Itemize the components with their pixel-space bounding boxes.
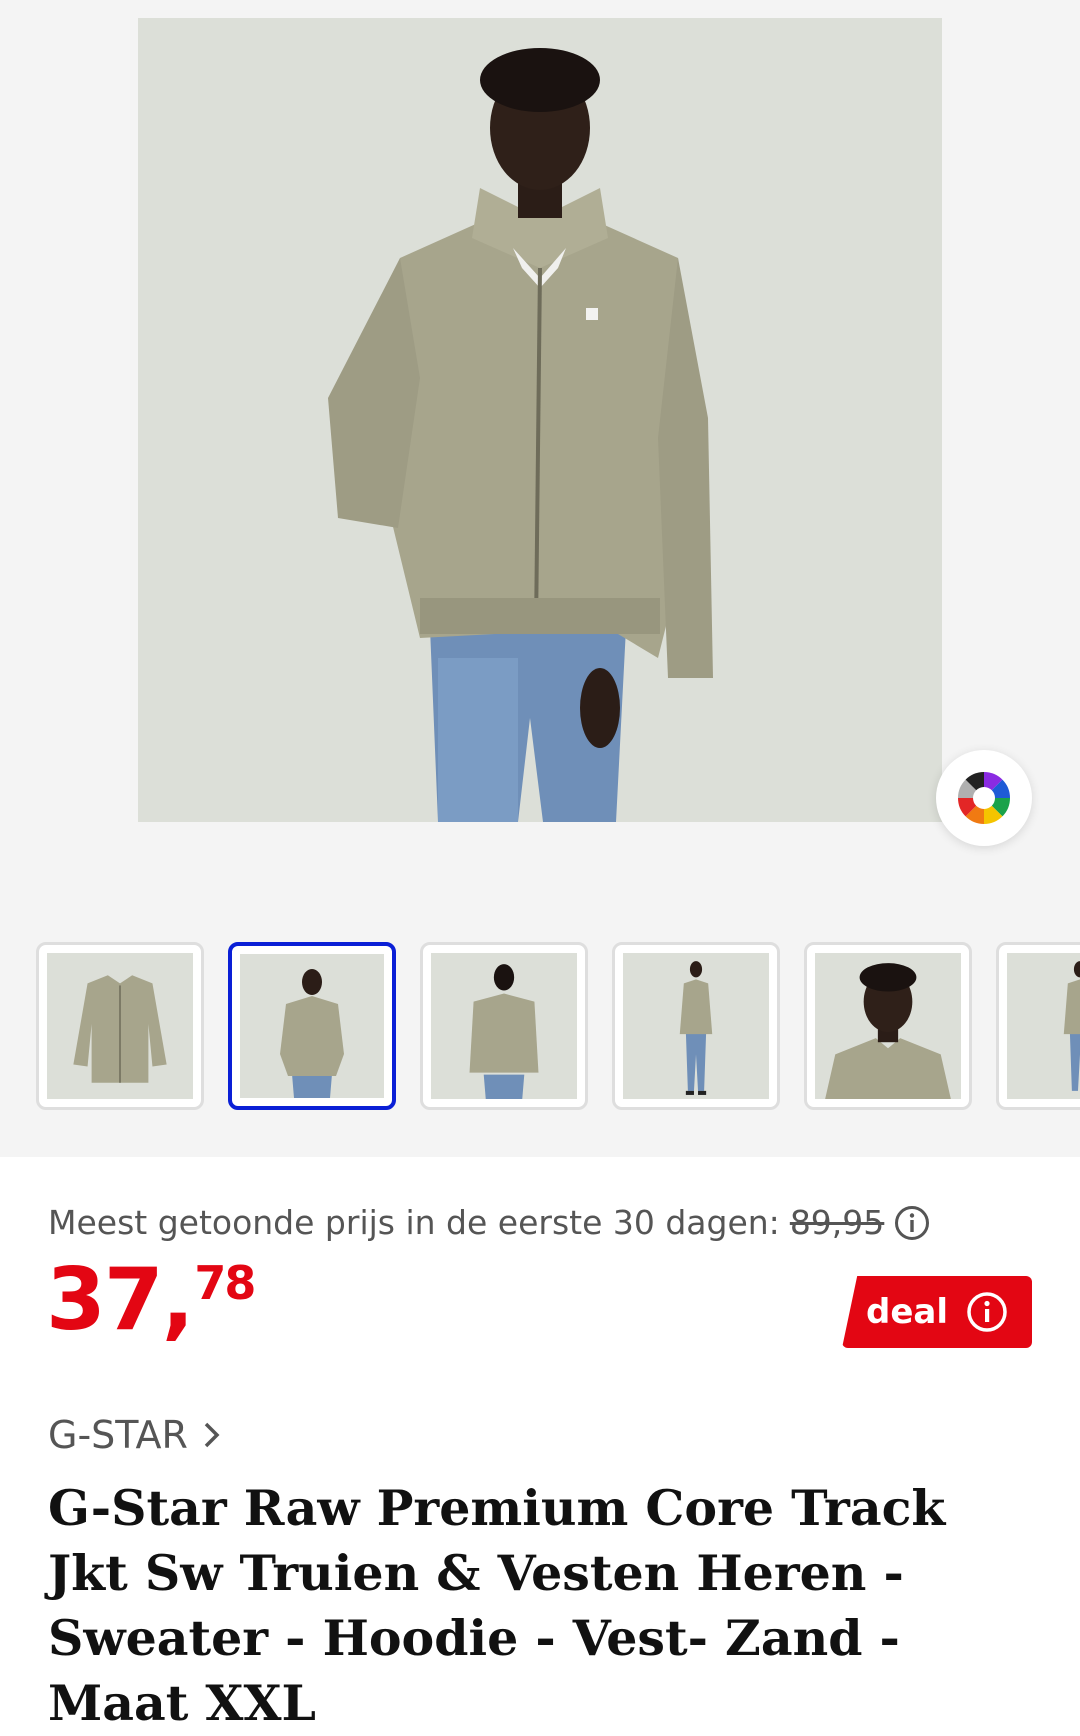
thumbnail-image	[815, 953, 961, 1099]
price-euros: 37	[46, 1250, 164, 1350]
deal-badge[interactable]: deal	[842, 1276, 1032, 1348]
deal-label: deal	[866, 1292, 948, 1332]
thumbnail-image	[431, 953, 577, 1099]
model-closeup-image	[815, 953, 961, 1099]
price-cents: 78	[194, 1256, 256, 1310]
thumbnail-image	[1007, 953, 1080, 1099]
price-history-label: Meest getoonde prijs in de eerste 30 dag…	[48, 1203, 780, 1242]
jacket-flat-image	[47, 953, 193, 1099]
thumbnail-image	[623, 953, 769, 1099]
old-price: 89,95	[789, 1203, 885, 1242]
product-gallery	[0, 0, 1080, 1157]
thumbnail-strip	[0, 942, 1080, 1110]
thumbnail-1[interactable]	[36, 942, 204, 1110]
color-wheel-icon	[958, 772, 1010, 824]
chevron-right-icon	[204, 1422, 220, 1448]
main-product-image[interactable]	[138, 18, 942, 822]
deal-info-icon	[967, 1292, 1007, 1332]
color-variants-button[interactable]	[936, 750, 1032, 846]
thumbnail-3[interactable]	[420, 942, 588, 1110]
thumbnail-image	[240, 954, 384, 1098]
product-title: G-Star Raw Premium Core Track Jkt Sw Tru…	[48, 1479, 946, 1732]
thumbnail-2[interactable]	[228, 942, 396, 1110]
price-history-note: Meest getoonde prijs in de eerste 30 dag…	[48, 1203, 930, 1242]
thumbnail-image	[47, 953, 193, 1099]
model-partial-image	[1007, 953, 1080, 1099]
price-separator: ,	[161, 1250, 195, 1350]
model-back-image	[431, 953, 577, 1099]
info-icon[interactable]	[894, 1205, 930, 1241]
thumbnail-4[interactable]	[612, 942, 780, 1110]
thumbnail-5[interactable]	[804, 942, 972, 1110]
model-front-image	[240, 954, 384, 1098]
model-photo	[138, 18, 942, 822]
brand-link[interactable]: G-STAR	[48, 1413, 222, 1457]
current-price: 37, 78	[46, 1250, 256, 1350]
thumbnail-6[interactable]	[996, 942, 1080, 1110]
model-full-image	[623, 953, 769, 1099]
brand-name: G-STAR	[48, 1413, 188, 1457]
